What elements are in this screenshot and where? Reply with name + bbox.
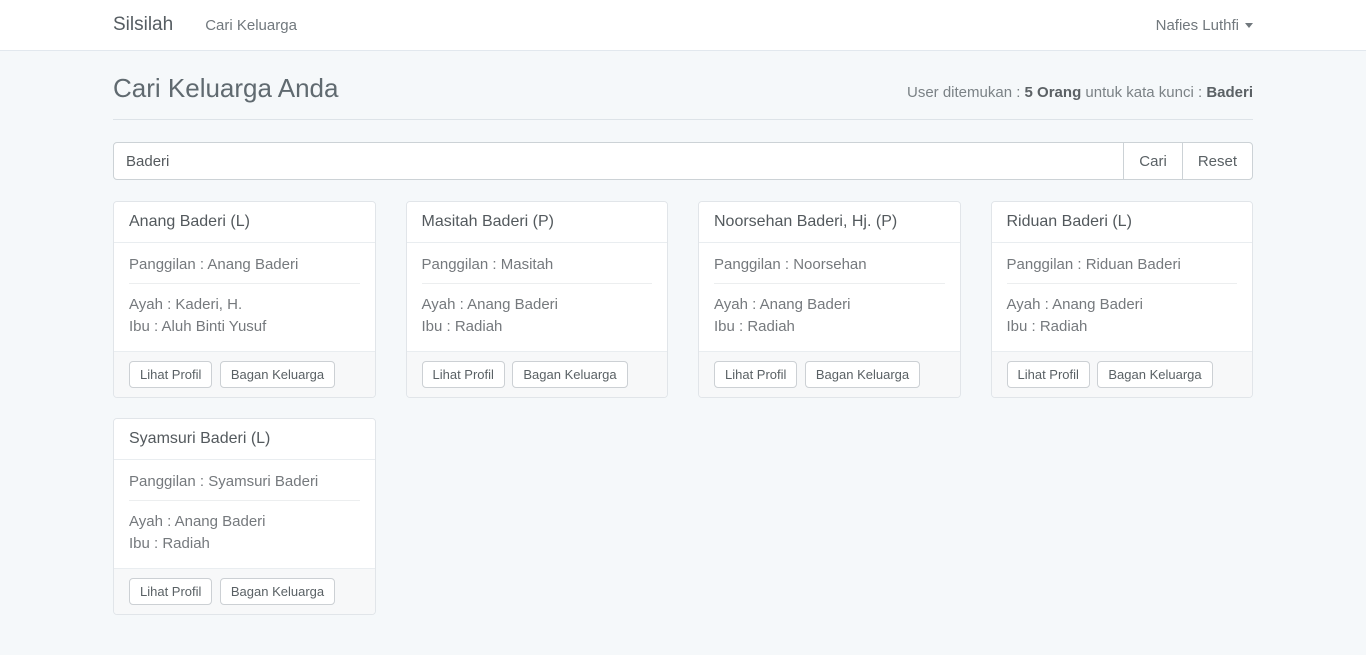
bagan-keluarga-button[interactable]: Bagan Keluarga xyxy=(512,361,627,388)
person-card: Anang Baderi (L) Panggilan : Anang Bader… xyxy=(113,201,376,398)
reset-button[interactable]: Reset xyxy=(1182,142,1253,180)
result-summary: User ditemukan : 5 Orang untuk kata kunc… xyxy=(907,84,1253,101)
user-name: Nafies Luthfi xyxy=(1156,17,1239,34)
person-card-title: Anang Baderi (L) xyxy=(114,202,375,243)
person-nickname: Panggilan : Noorsehan xyxy=(714,256,945,273)
person-mother: Ibu : Radiah xyxy=(714,316,945,338)
person-card-body: Panggilan : Riduan Baderi Ayah : Anang B… xyxy=(992,243,1253,351)
bagan-keluarga-button[interactable]: Bagan Keluarga xyxy=(805,361,920,388)
result-summary-prefix: User ditemukan : xyxy=(907,84,1025,101)
person-card-footer: Lihat Profil Bagan Keluarga xyxy=(407,351,668,397)
result-keyword: Baderi xyxy=(1206,84,1253,101)
person-card-footer: Lihat Profil Bagan Keluarga xyxy=(699,351,960,397)
bagan-keluarga-button[interactable]: Bagan Keluarga xyxy=(220,361,335,388)
person-father: Ayah : Anang Baderi xyxy=(422,294,653,316)
caret-down-icon xyxy=(1245,23,1253,28)
divider xyxy=(129,500,360,501)
person-father: Ayah : Anang Baderi xyxy=(129,511,360,533)
divider xyxy=(714,283,945,284)
person-card: Syamsuri Baderi (L) Panggilan : Syamsuri… xyxy=(113,418,376,615)
person-father: Ayah : Anang Baderi xyxy=(714,294,945,316)
person-mother: Ibu : Radiah xyxy=(1007,316,1238,338)
person-nickname: Panggilan : Anang Baderi xyxy=(129,256,360,273)
lihat-profil-button[interactable]: Lihat Profil xyxy=(129,578,212,605)
search-bar: Cari Reset xyxy=(113,142,1253,180)
person-card: Noorsehan Baderi, Hj. (P) Panggilan : No… xyxy=(698,201,961,398)
person-card-title: Masitah Baderi (P) xyxy=(407,202,668,243)
lihat-profil-button[interactable]: Lihat Profil xyxy=(1007,361,1090,388)
results-grid: Anang Baderi (L) Panggilan : Anang Bader… xyxy=(113,201,1253,655)
person-nickname: Panggilan : Riduan Baderi xyxy=(1007,256,1238,273)
person-card-footer: Lihat Profil Bagan Keluarga xyxy=(114,568,375,614)
person-card-title: Noorsehan Baderi, Hj. (P) xyxy=(699,202,960,243)
brand-silsilah[interactable]: Silsilah xyxy=(113,14,173,36)
person-father: Ayah : Anang Baderi xyxy=(1007,294,1238,316)
person-father: Ayah : Kaderi, H. xyxy=(129,294,360,316)
person-mother: Ibu : Aluh Binti Yusuf xyxy=(129,316,360,338)
bagan-keluarga-button[interactable]: Bagan Keluarga xyxy=(1097,361,1212,388)
cari-button[interactable]: Cari xyxy=(1123,142,1183,180)
divider xyxy=(129,283,360,284)
result-summary-middle: untuk kata kunci : xyxy=(1081,84,1206,101)
person-card: Masitah Baderi (P) Panggilan : Masitah A… xyxy=(406,201,669,398)
person-card-title: Syamsuri Baderi (L) xyxy=(114,419,375,460)
bagan-keluarga-button[interactable]: Bagan Keluarga xyxy=(220,578,335,605)
person-card: Riduan Baderi (L) Panggilan : Riduan Bad… xyxy=(991,201,1254,398)
person-card-body: Panggilan : Masitah Ayah : Anang Baderi … xyxy=(407,243,668,351)
main-content: Cari Keluarga Anda User ditemukan : 5 Or… xyxy=(113,51,1253,655)
navbar: Silsilah Cari Keluarga Nafies Luthfi xyxy=(0,0,1366,51)
divider xyxy=(422,283,653,284)
user-menu-dropdown[interactable]: Nafies Luthfi xyxy=(1156,17,1253,34)
lihat-profil-button[interactable]: Lihat Profil xyxy=(714,361,797,388)
person-mother: Ibu : Radiah xyxy=(422,316,653,338)
person-card-body: Panggilan : Anang Baderi Ayah : Kaderi, … xyxy=(114,243,375,351)
person-card-body: Panggilan : Noorsehan Ayah : Anang Bader… xyxy=(699,243,960,351)
person-card-footer: Lihat Profil Bagan Keluarga xyxy=(114,351,375,397)
nav-item-cari-keluarga[interactable]: Cari Keluarga xyxy=(205,17,297,34)
lihat-profil-button[interactable]: Lihat Profil xyxy=(422,361,505,388)
person-nickname: Panggilan : Syamsuri Baderi xyxy=(129,473,360,490)
person-card-title: Riduan Baderi (L) xyxy=(992,202,1253,243)
search-input[interactable] xyxy=(113,142,1124,180)
person-card-body: Panggilan : Syamsuri Baderi Ayah : Anang… xyxy=(114,460,375,568)
page-header: Cari Keluarga Anda User ditemukan : 5 Or… xyxy=(113,51,1253,120)
lihat-profil-button[interactable]: Lihat Profil xyxy=(129,361,212,388)
divider xyxy=(1007,283,1238,284)
page-title: Cari Keluarga Anda xyxy=(113,73,338,104)
result-count: 5 Orang xyxy=(1025,84,1082,101)
person-mother: Ibu : Radiah xyxy=(129,533,360,555)
person-card-footer: Lihat Profil Bagan Keluarga xyxy=(992,351,1253,397)
person-nickname: Panggilan : Masitah xyxy=(422,256,653,273)
